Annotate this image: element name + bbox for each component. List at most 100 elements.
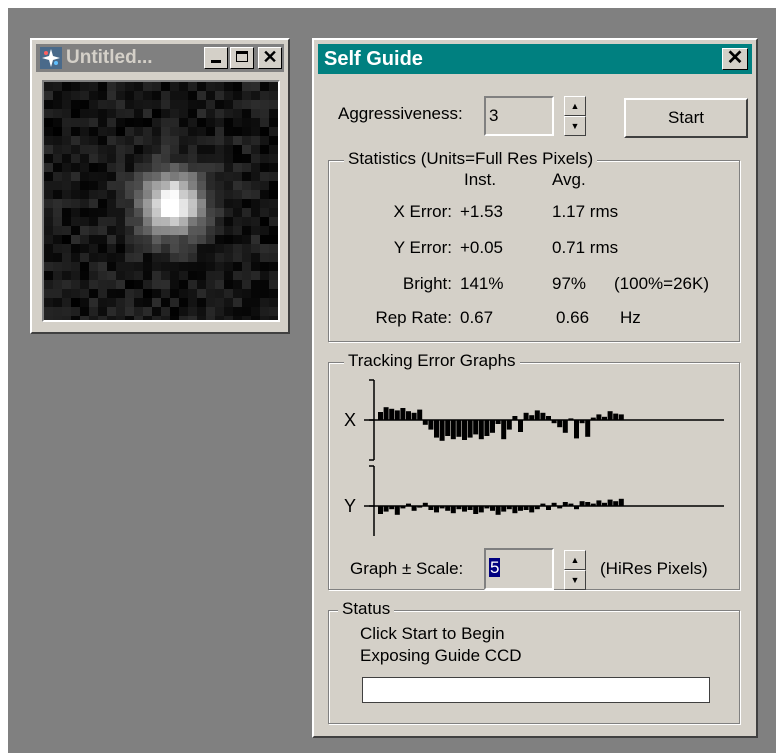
image-pixel [224,154,233,163]
image-pixel [44,226,53,235]
image-pixel [89,91,98,100]
image-pixel [53,262,62,271]
y-error-bar [557,506,563,509]
image-pixel [98,262,107,271]
image-pixel [89,100,98,109]
image-pixel [215,226,224,235]
image-pixel [143,118,152,127]
image-pixel [107,118,116,127]
image-pixel [134,307,143,316]
close-icon: ✕ [726,47,744,69]
close-button[interactable]: ✕ [722,48,748,70]
image-pixel [170,109,179,118]
image-pixel [98,82,107,91]
image-pixel [134,199,143,208]
self-guide-window[interactable]: Self Guide ✕ Aggressiveness: 3 ▲ ▼ Start… [312,38,758,738]
image-pixel [206,172,215,181]
image-pixel [197,91,206,100]
image-pixel [197,145,206,154]
image-pixel [71,208,80,217]
stat-label: Y Error: [393,238,452,257]
image-pixel [233,289,242,298]
image-pixel [44,289,53,298]
image-pixel [161,289,170,298]
image-pixel [224,226,233,235]
image-pixel [251,145,260,154]
y-error-bar [439,506,445,509]
image-pixel [233,190,242,199]
image-pixel [224,136,233,145]
image-pixel [125,172,134,181]
graph-scale-field[interactable]: 5 [484,548,554,590]
image-pixel [71,280,80,289]
y-error-bar [546,506,551,510]
image-pixel [197,181,206,190]
image-pixel [44,154,53,163]
spin-up-icon[interactable]: ▲ [564,96,586,116]
y-error-bar [406,503,411,506]
image-pixel [152,118,161,127]
image-window[interactable]: Untitled... ✕ [30,38,290,334]
image-pixel [80,271,89,280]
start-button[interactable]: Start [624,98,748,138]
spin-down-icon[interactable]: ▼ [564,116,586,136]
image-pixel [170,307,179,316]
x-error-bar [579,420,585,424]
image-pixel [242,154,251,163]
graph-scale-spinner[interactable]: ▲ ▼ [564,550,586,590]
image-pixel [89,154,98,163]
image-pixel [116,235,125,244]
maximize-button[interactable] [230,47,254,69]
image-pixel [233,271,242,280]
image-window-titlebar[interactable]: Untitled... ✕ [36,44,284,72]
image-pixel [143,316,152,325]
image-pixel [116,217,125,226]
image-pixel [143,235,152,244]
image-pixel [197,109,206,118]
y-error-bar [585,502,591,506]
x-error-bar [540,412,546,420]
image-pixel [116,181,125,190]
image-pixel [134,298,143,307]
image-pixel [152,226,161,235]
image-pixel [62,271,71,280]
x-error-bar [456,420,462,437]
image-pixel [215,172,224,181]
image-pixel [80,244,89,253]
minimize-button[interactable] [204,47,228,69]
image-pixel [134,163,143,172]
image-pixel [215,163,224,172]
spin-down-icon[interactable]: ▼ [564,570,586,590]
image-pixel [188,280,197,289]
image-pixel [242,253,251,262]
spin-up-icon[interactable]: ▲ [564,550,586,570]
image-window-title: Untitled... [66,47,153,68]
image-pixel [161,235,170,244]
image-pixel [71,136,80,145]
image-pixel [215,145,224,154]
image-pixel [179,289,188,298]
image-pixel [206,244,215,253]
image-pixel [107,271,116,280]
image-pixel [125,307,134,316]
y-error-bar [506,506,512,510]
image-pixel [224,127,233,136]
image-pixel [143,280,152,289]
image-pixel [71,307,80,316]
star-image[interactable] [42,80,280,325]
aggressiveness-field[interactable]: 3 [484,96,554,136]
image-pixel [71,253,80,262]
image-pixel [125,100,134,109]
image-pixel [143,91,152,100]
aggressiveness-spinner[interactable]: ▲ ▼ [564,96,586,136]
close-button[interactable]: ✕ [258,47,282,69]
image-pixel [242,208,251,217]
image-pixel [170,181,179,190]
x-error-bar [450,420,456,440]
image-pixel [152,280,161,289]
self-guide-titlebar[interactable]: Self Guide ✕ [318,44,752,74]
image-pixel [71,271,80,280]
image-pixel [269,244,278,253]
image-pixel [89,208,98,217]
image-pixel [179,271,188,280]
